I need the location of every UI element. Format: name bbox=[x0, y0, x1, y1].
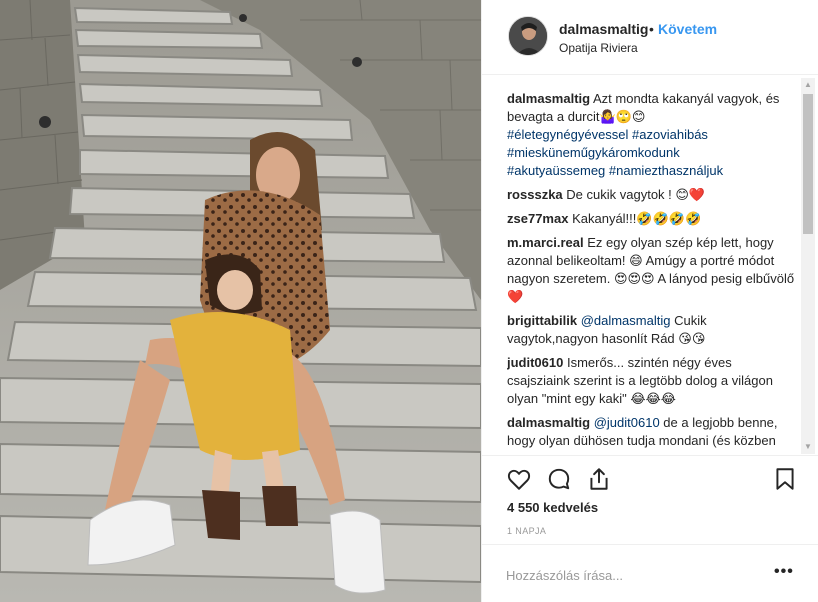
comment-item: judit0610 Ismerős... szintén négy éves c… bbox=[507, 354, 797, 408]
post-photo-image bbox=[0, 0, 481, 602]
scroll-down-arrow-icon[interactable]: ▼ bbox=[801, 440, 815, 454]
comment-input[interactable] bbox=[506, 565, 756, 585]
post-timestamp[interactable]: 1 NAPJA bbox=[507, 526, 546, 536]
comment-username[interactable]: brigittabilik bbox=[507, 313, 577, 328]
hashtag-link[interactable]: #namiezthasználjuk bbox=[609, 163, 723, 178]
header-username[interactable]: dalmasmaltig bbox=[559, 21, 648, 37]
hashtag-link[interactable]: #miesküneműgykáromkodunk bbox=[507, 145, 680, 160]
comment-item: zse77max Kakanyál!!!🤣🤣🤣🤣 bbox=[507, 210, 797, 228]
location-link[interactable]: Opatija Riviera bbox=[559, 41, 638, 55]
share-icon bbox=[590, 468, 608, 490]
comment-username[interactable]: m.marci.real bbox=[507, 235, 584, 250]
avatar[interactable] bbox=[508, 16, 548, 56]
comment-item: dalmasmaltig @judit0610 de a legjobb ben… bbox=[507, 414, 797, 452]
comment-item: brigittabilik @dalmasmaltig Cukik vagyto… bbox=[507, 312, 797, 348]
comments-scrollbar[interactable]: ▲ ▼ bbox=[801, 78, 815, 454]
comment-username[interactable]: rossszka bbox=[507, 187, 563, 202]
comment-username[interactable]: dalmasmaltig bbox=[507, 415, 590, 430]
bookmark-icon bbox=[776, 468, 794, 490]
caption-comment: dalmasmaltig Azt mondta kakanyál vagyok,… bbox=[507, 90, 797, 180]
comments-list: dalmasmaltig Azt mondta kakanyál vagyok,… bbox=[507, 90, 797, 452]
comment-username[interactable]: zse77max bbox=[507, 211, 568, 226]
likes-count[interactable]: 4 550 kedvelés bbox=[507, 500, 598, 515]
post-header: dalmasmaltig • Követem Opatija Riviera bbox=[482, 0, 818, 75]
hashtag-link[interactable]: #akutyaüssemeg bbox=[507, 163, 605, 178]
scrollbar-thumb[interactable] bbox=[803, 94, 813, 234]
hashtag-link[interactable]: #azoviahibás bbox=[632, 127, 708, 142]
comment-text: De cukik vagytok ! 😊❤️ bbox=[566, 187, 706, 202]
comment-item: m.marci.real Ez egy olyan szép kép lett,… bbox=[507, 234, 797, 306]
hashtag-link[interactable]: #életegynégyévessel bbox=[507, 127, 628, 142]
heart-outline-icon bbox=[507, 469, 531, 490]
header-separator-dot: • bbox=[649, 21, 654, 37]
more-options-icon[interactable]: ••• bbox=[774, 563, 794, 581]
comment-button[interactable] bbox=[546, 466, 572, 492]
comment-item: rossszka De cukik vagytok ! 😊❤️ bbox=[507, 186, 797, 204]
post-detail-panel: dalmasmaltig • Követem Opatija Riviera d… bbox=[481, 0, 818, 602]
comment-mention[interactable]: @dalmasmaltig bbox=[581, 313, 671, 328]
scroll-up-arrow-icon[interactable]: ▲ bbox=[801, 78, 815, 92]
add-comment-section: ••• bbox=[482, 544, 818, 602]
comment-mention[interactable]: @judit0610 bbox=[594, 415, 660, 430]
follow-button[interactable]: Követem bbox=[658, 21, 717, 37]
save-button[interactable] bbox=[772, 466, 798, 492]
like-button[interactable] bbox=[506, 466, 532, 492]
avatar-image bbox=[509, 17, 547, 55]
post-actions-bar bbox=[482, 455, 818, 495]
share-button[interactable] bbox=[586, 466, 612, 492]
post-photo[interactable] bbox=[0, 0, 481, 602]
comment-username[interactable]: dalmasmaltig bbox=[507, 91, 590, 106]
comment-username[interactable]: judit0610 bbox=[507, 355, 563, 370]
comment-text: Kakanyál!!!🤣🤣🤣🤣 bbox=[572, 211, 702, 226]
speech-bubble-icon bbox=[548, 468, 570, 490]
